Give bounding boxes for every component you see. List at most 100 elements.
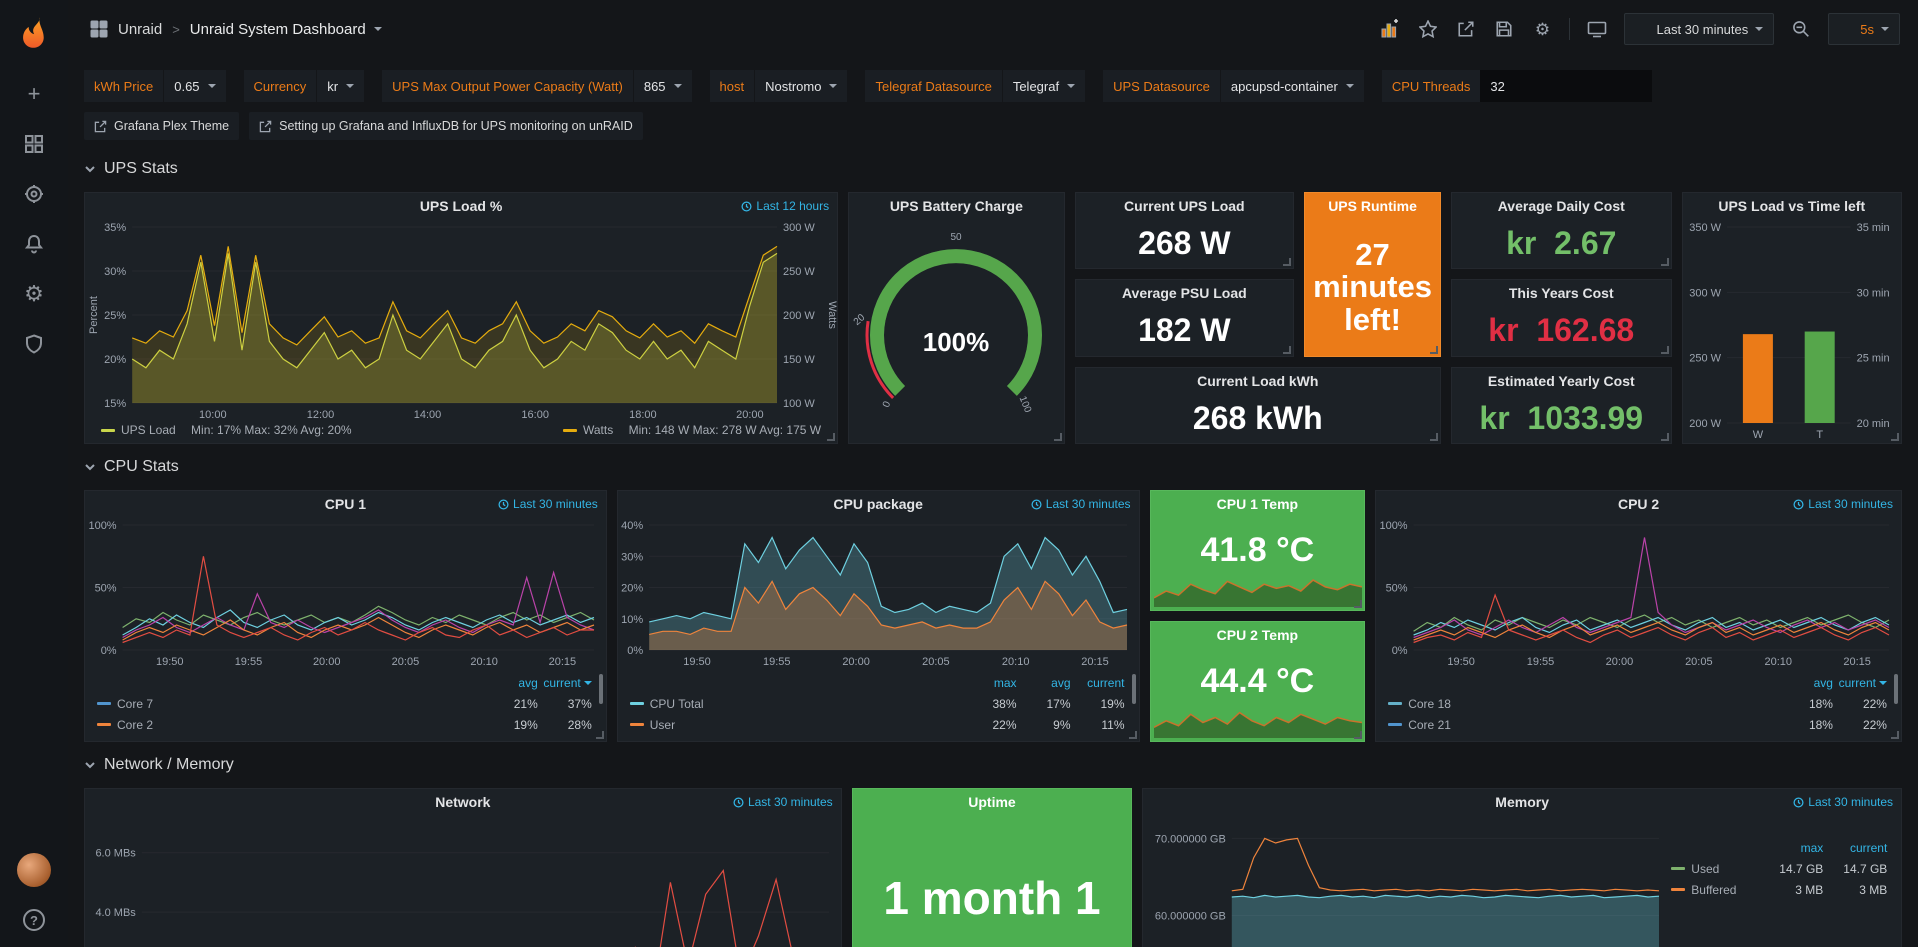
panel-title[interactable]: UPS Load vs Time left (1718, 198, 1865, 214)
panel-title[interactable]: CPU 1 (325, 496, 366, 512)
legend-col-current[interactable]: current (1823, 841, 1887, 855)
svg-text:40%: 40% (621, 520, 643, 532)
legend-col-avg[interactable]: avg (1017, 676, 1071, 690)
save-icon[interactable] (1493, 18, 1515, 40)
panel-title[interactable]: Average Daily Cost (1498, 198, 1625, 214)
variable-value-dropdown[interactable]: 865 (634, 70, 692, 102)
legend-series-toggle[interactable]: CPU Total (630, 697, 963, 711)
time-override-badge: Last 30 minutes (1793, 795, 1893, 809)
legend-scrollbar[interactable] (1894, 674, 1898, 704)
legend-series-toggle[interactable]: Buffered (1671, 883, 1759, 897)
grafana-flame-icon (17, 15, 51, 49)
panel-title[interactable]: Estimated Yearly Cost (1488, 373, 1635, 389)
section-header-network-memory[interactable]: Network / Memory (84, 742, 1902, 788)
cycle-view-tv-icon[interactable] (1586, 18, 1608, 40)
svg-text:4.0 MBs: 4.0 MBs (95, 907, 136, 919)
panel-title[interactable]: CPU 2 (1618, 496, 1659, 512)
configuration-gear-icon[interactable]: ⚙ (22, 282, 46, 306)
legend-series-toggle[interactable]: Used (1671, 862, 1759, 876)
breadcrumb-dashboard-title[interactable]: Unraid System Dashboard (190, 21, 366, 38)
svg-text:Percent: Percent (88, 296, 100, 334)
panel-this-years-cost: This Years Cost kr 162.68 (1451, 279, 1672, 356)
zoom-out-icon[interactable] (1790, 18, 1812, 40)
alerting-bell-icon[interactable] (22, 232, 46, 256)
legend-series-toggle[interactable]: Core 21 (1388, 718, 1779, 732)
legend-series-toggle[interactable]: Core 7 (97, 697, 484, 711)
explore-compass-icon[interactable] (22, 182, 46, 206)
panel-title[interactable]: UPS Battery Charge (890, 198, 1023, 214)
ups-load-chart[interactable]: 15%20%25%30%35%100 W150 W200 W250 W300 W… (85, 219, 837, 423)
legend-col-avg[interactable]: avg (484, 676, 538, 690)
panel-title[interactable]: Average PSU Load (1122, 285, 1247, 301)
legend-series-toggle[interactable]: Core 18 (1388, 697, 1779, 711)
panel-title[interactable]: Current UPS Load (1124, 198, 1245, 214)
panel-title[interactable]: UPS Runtime (1328, 198, 1417, 214)
legend-col-current[interactable]: current (1833, 676, 1887, 690)
chevron-down-icon (1346, 84, 1354, 88)
variable-value-dropdown[interactable]: Nostromo (755, 70, 847, 102)
section-header-ups-stats[interactable]: UPS Stats (84, 146, 1902, 192)
panel-title[interactable]: CPU package (833, 496, 922, 512)
variable-ups-max-power: UPS Max Output Power Capacity (Watt) 865 (382, 70, 691, 102)
network-chart[interactable]: 2.0 MBs4.0 MBs6.0 MBs (85, 815, 841, 947)
svg-text:20 min: 20 min (1856, 418, 1889, 430)
link-ups-monitoring-guide[interactable]: Setting up Grafana and InfluxDB for UPS … (249, 112, 643, 140)
admin-shield-icon[interactable] (22, 332, 46, 356)
share-icon[interactable] (1455, 18, 1477, 40)
user-avatar[interactable] (17, 853, 51, 887)
chevron-down-icon (829, 84, 837, 88)
ups-vs-time-bars[interactable]: 200 W250 W300 W350 W20 min25 min30 min35… (1683, 219, 1901, 443)
panel-title[interactable]: Network (435, 794, 490, 810)
variable-value-dropdown[interactable]: 0.65 (164, 70, 225, 102)
cpu1-chart[interactable]: 0%50%100%19:5019:5520:0020:0520:1020:15 (85, 517, 606, 670)
variable-value-dropdown[interactable]: kr (317, 70, 364, 102)
legend-series-toggle[interactable]: User (630, 718, 963, 732)
section-header-cpu-stats[interactable]: CPU Stats (84, 444, 1902, 490)
legend-series-toggle[interactable]: Core 2 (97, 718, 484, 732)
breadcrumb-folder[interactable]: Unraid (118, 21, 162, 38)
panel-title[interactable]: This Years Cost (1509, 285, 1614, 301)
legend-scrollbar[interactable] (1132, 674, 1136, 704)
grafana-app: + ⚙ (0, 0, 1918, 947)
panel-title[interactable]: Current Load kWh (1197, 373, 1318, 389)
star-icon[interactable] (1417, 18, 1439, 40)
sidebar: + ⚙ (0, 0, 68, 947)
svg-text:300 W: 300 W (1689, 287, 1721, 299)
legend-col-current[interactable]: current (538, 676, 592, 690)
svg-text:350 W: 350 W (1689, 222, 1721, 234)
settings-gear-icon[interactable]: ⚙ (1531, 18, 1553, 40)
help-icon[interactable]: ? (23, 909, 45, 931)
grafana-logo[interactable] (14, 12, 54, 52)
svg-text:20:10: 20:10 (470, 656, 498, 668)
memory-chart[interactable]: 50.000000 GB60.000000 GB70.000000 GB (1143, 815, 1671, 947)
legend-col-max[interactable]: max (963, 676, 1017, 690)
link-grafana-plex-theme[interactable]: Grafana Plex Theme (84, 112, 239, 140)
cpu2-chart[interactable]: 0%50%100%19:5019:5520:0020:0520:1020:15 (1376, 517, 1901, 670)
panel-title[interactable]: CPU 2 Temp (1217, 627, 1298, 643)
cpu-threads-input[interactable] (1480, 70, 1652, 102)
panel-current-ups-load: Current UPS Load 268 W (1075, 192, 1294, 269)
refresh-icon (1839, 22, 1853, 36)
cpu-package-chart[interactable]: 0%10%20%30%40%19:5019:5520:0020:0520:102… (618, 517, 1139, 670)
legend-col-current[interactable]: current (1071, 676, 1125, 690)
legend-col-avg[interactable]: avg (1779, 676, 1833, 690)
panel-title[interactable]: Uptime (968, 794, 1015, 810)
panel-title[interactable]: CPU 1 Temp (1217, 496, 1298, 512)
dashboards-icon[interactable] (22, 132, 46, 156)
panel-title[interactable]: UPS Load % (420, 198, 502, 214)
variable-value-dropdown[interactable]: apcupsd-container (1221, 70, 1364, 102)
svg-text:100%: 100% (923, 327, 990, 357)
add-panel-icon[interactable] (1379, 18, 1401, 40)
panel-title[interactable]: Memory (1495, 794, 1549, 810)
create-plus-icon[interactable]: + (22, 82, 46, 106)
legend-col-max[interactable]: max (1759, 841, 1823, 855)
legend-scrollbar[interactable] (599, 674, 603, 704)
chevron-down-icon[interactable] (374, 27, 382, 31)
legend-item[interactable]: UPS Load Min: 17% Max: 32% Avg: 20% (101, 423, 352, 437)
svg-text:20:00: 20:00 (736, 409, 764, 421)
refresh-picker[interactable]: 5s (1828, 13, 1900, 45)
variable-value-dropdown[interactable]: Telegraf (1003, 70, 1085, 102)
time-range-picker[interactable]: Last 30 minutes (1624, 13, 1774, 45)
row-cpu-stats: CPU 1 Last 30 minutes 0%50%100%19:5019:5… (84, 490, 1902, 742)
legend-item[interactable]: Watts Min: 148 W Max: 278 W Avg: 175 W (563, 423, 821, 437)
